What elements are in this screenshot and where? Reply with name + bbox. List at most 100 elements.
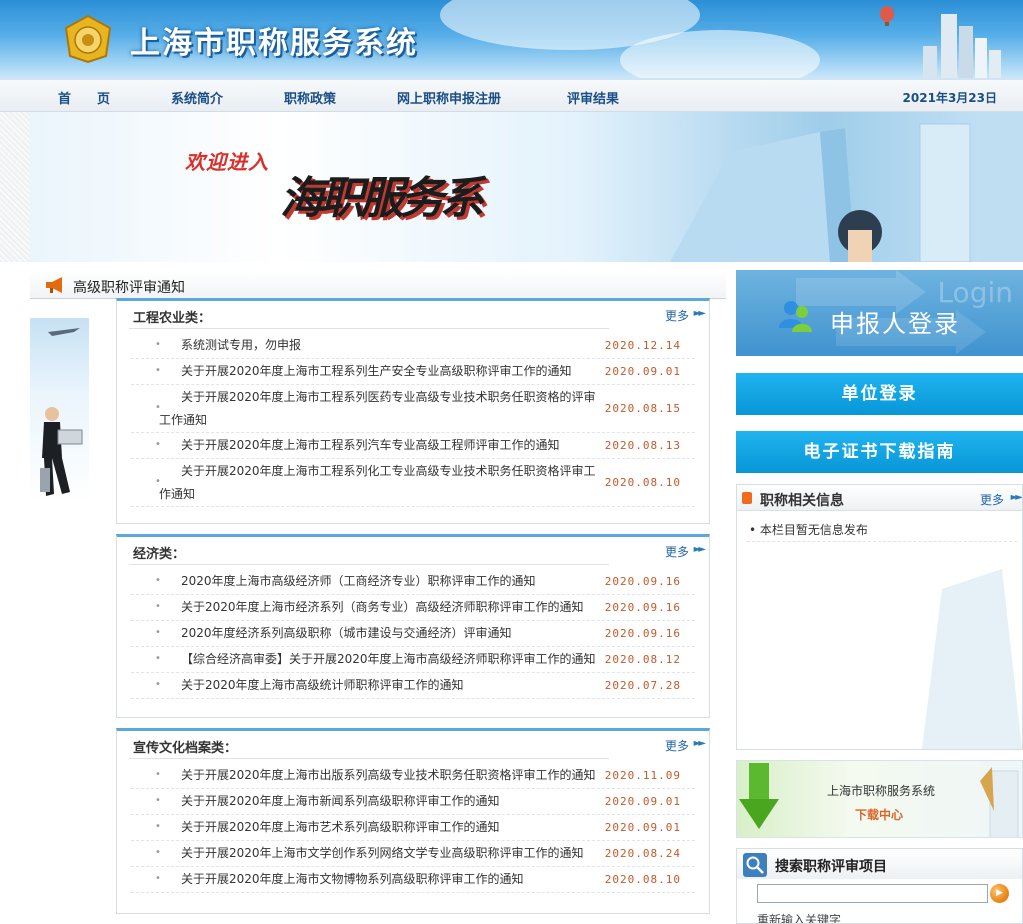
- list-item[interactable]: • 关于开展2020年度上海市工程系列生产安全专业高级职称评审工作的通知 202…: [131, 359, 695, 385]
- notice-date: 2020.09.16: [604, 627, 681, 640]
- bullet-icon: •: [155, 821, 161, 832]
- bullet-icon: •: [155, 439, 161, 450]
- list-item[interactable]: • 2020年度上海市高级经济师（工商经济专业）职称评审工作的通知 2020.0…: [131, 569, 695, 595]
- card-title: 工程农业类：: [133, 311, 212, 326]
- list-item[interactable]: • 关于开展2020年上海市文学创作系列网络文学专业高级职称评审工作的通知 20…: [131, 841, 695, 867]
- applicant-login-button[interactable]: Login 申报人登录: [736, 270, 1023, 356]
- banner-buildings-image: [670, 112, 1023, 262]
- double-chevron-right-icon[interactable]: ►►: [1011, 492, 1022, 503]
- list-item[interactable]: • 关于开展2020年度上海市文物博物系列高级职称评审工作的通知 2020.08…: [131, 867, 695, 893]
- notice-title[interactable]: 2020年度经济系列高级职称（城市建设与交通经济）评审通知: [181, 622, 605, 645]
- notice-title[interactable]: 关于2020年度上海市高级统计师职称评审工作的通知: [181, 674, 605, 697]
- notice-title[interactable]: 2020年度上海市高级经济师（工商经济专业）职称评审工作的通知: [181, 570, 605, 593]
- bullet-icon: •: [155, 339, 161, 350]
- site-title: 上海市职称服务系统: [130, 26, 418, 61]
- notice-title[interactable]: 【综合经济高审委】关于开展2020年度上海市高级经济师职称评审工作的通知: [181, 648, 605, 671]
- notice-date: 2020.08.10: [604, 476, 681, 489]
- related-info-header: 职称相关信息 更多 ►►: [737, 485, 1022, 511]
- notices-section-title: 高级职称评审通知: [73, 280, 185, 296]
- download-center-banner[interactable]: 上海市职称服务系统 下载中心: [736, 760, 1023, 838]
- list-item[interactable]: • 关于开展2020年度上海市艺术系列高级职称评审工作的通知 2020.09.0…: [131, 815, 695, 841]
- bullet-icon: •: [155, 769, 161, 780]
- more-link[interactable]: 更多: [980, 491, 1004, 508]
- nav-item-results[interactable]: 评审结果: [567, 88, 619, 107]
- list-item[interactable]: • 关于2020年度上海市经济系列（商务专业）高级经济师职称评审工作的通知 20…: [131, 595, 695, 621]
- notice-date: 2020.08.10: [604, 873, 681, 886]
- notice-card-economics: 经济类： 更多 ►► • 2020年度上海市高级经济师（工商经济专业）职称评审工…: [116, 534, 710, 718]
- nav-item-intro[interactable]: 系统简介: [171, 88, 223, 107]
- bullet-icon: •: [155, 627, 161, 638]
- notice-date: 2020.09.01: [604, 821, 681, 834]
- notice-title[interactable]: 关于开展2020年度上海市工程系列汽车专业高级工程师评审工作的通知: [181, 434, 605, 457]
- logo-icon: [64, 14, 112, 64]
- banner-logo-text: 海职服务系: [280, 173, 484, 224]
- search-input[interactable]: [757, 884, 988, 903]
- list-item[interactable]: • 关于开展2020年度上海市新闻系列高级职称评审工作的通知 2020.09.0…: [131, 789, 695, 815]
- more-link[interactable]: 更多: [665, 737, 689, 754]
- list-item[interactable]: • 关于开展2020年度上海市工程系列医药专业高级专业技术职务任职资格的评审工作…: [131, 385, 695, 433]
- notice-date: 2020.08.12: [604, 653, 681, 666]
- search-header: 搜索职称评审项目: [737, 849, 1022, 879]
- notice-title[interactable]: 关于开展2020年度上海市文物博物系列高级职称评审工作的通知: [181, 868, 605, 891]
- list-item[interactable]: • 关于开展2020年度上海市工程系列汽车专业高级工程师评审工作的通知 2020…: [131, 433, 695, 459]
- notice-title[interactable]: 关于开展2020年度上海市新闻系列高级职称评审工作的通知: [181, 790, 605, 813]
- bullet-icon: •: [155, 679, 161, 690]
- nav-item-home[interactable]: 首 页: [58, 88, 110, 107]
- info-bullet-icon: [742, 492, 752, 504]
- user-group-icon: [779, 301, 812, 332]
- site-header: 上海市职称服务系统: [0, 0, 1023, 78]
- nav-item-register[interactable]: 网上职称申报注册: [397, 88, 501, 107]
- search-panel: 搜索职称评审项目 ▶ 重新输入关键字: [736, 848, 1023, 924]
- applicant-login-label: 申报人登录: [830, 310, 960, 338]
- skyline-icon: [880, 6, 1001, 78]
- main-nav: 首 页 系统简介 职称政策 网上职称申报注册 评审结果 2021年3月23日: [0, 78, 1023, 112]
- download-site-name: 上海市职称服务系统: [827, 784, 936, 798]
- notice-date: 2020.08.15: [604, 402, 681, 415]
- notice-title[interactable]: 关于开展2020年度上海市工程系列化工专业高级专业技术职务任职资格评审工作通知: [159, 460, 605, 506]
- bullet-icon: •: [155, 873, 161, 884]
- nav-item-policy[interactable]: 职称政策: [284, 88, 336, 107]
- notice-title[interactable]: 关于开展2020年上海市文学创作系列网络文学专业高级职称评审工作的通知: [181, 842, 605, 865]
- list-item[interactable]: • 关于2020年度上海市高级统计师职称评审工作的通知 2020.07.28: [131, 673, 695, 699]
- card-divider: [129, 564, 609, 565]
- download-building-icon: [980, 767, 1019, 837]
- megaphone-icon: [46, 277, 62, 293]
- building-watermark-image: [922, 569, 1022, 749]
- list-item[interactable]: • 关于开展2020年度上海市出版系列高级专业技术职务任职资格评审工作的通知 2…: [131, 763, 695, 789]
- bullet-icon: •: [155, 653, 161, 664]
- list-item[interactable]: • 系统测试专用，勿申报 2020.12.14: [131, 333, 695, 359]
- notice-date: 2020.11.09: [604, 769, 681, 782]
- search-go-button[interactable]: ▶: [990, 884, 1009, 903]
- empty-info-text: • 本栏目暂无信息发布: [749, 523, 868, 537]
- notice-date: 2020.07.28: [604, 679, 681, 692]
- notice-date: 2020.09.01: [604, 795, 681, 808]
- bullet-icon: •: [155, 365, 161, 376]
- notice-title[interactable]: 关于2020年度上海市经济系列（商务专业）高级经济师职称评审工作的通知: [181, 596, 605, 619]
- related-info-title: 职称相关信息: [760, 493, 844, 509]
- notice-title[interactable]: 关于开展2020年度上海市工程系列医药专业高级专业技术职务任职资格的评审工作通知: [159, 386, 605, 432]
- double-chevron-right-icon[interactable]: ►►: [694, 738, 707, 749]
- cert-download-guide-button[interactable]: 电子证书下载指南: [736, 431, 1023, 473]
- list-item[interactable]: • 【综合经济高审委】关于开展2020年度上海市高级经济师职称评审工作的通知 2…: [131, 647, 695, 673]
- empty-info-label: 本栏目暂无信息发布: [759, 523, 868, 537]
- search-hint-text: 重新输入关键字: [757, 913, 842, 924]
- notice-title[interactable]: 关于开展2020年度上海市出版系列高级专业技术职务任职资格评审工作的通知: [181, 764, 605, 787]
- search-title: 搜索职称评审项目: [775, 859, 887, 875]
- double-chevron-right-icon[interactable]: ►►: [694, 308, 707, 319]
- info-divider: [747, 541, 1017, 542]
- notices-section-header: 高级职称评审通知: [30, 271, 726, 299]
- notice-date: 2020.08.13: [604, 439, 681, 452]
- notice-title[interactable]: 关于开展2020年度上海市艺术系列高级职称评审工作的通知: [181, 816, 605, 839]
- card-title: 宣传文化档案类：: [133, 741, 238, 756]
- notice-title[interactable]: 系统测试专用，勿申报: [181, 334, 605, 357]
- download-center-label: 下载中心: [855, 808, 904, 822]
- list-item[interactable]: • 关于开展2020年度上海市工程系列化工专业高级专业技术职务任职资格评审工作通…: [131, 459, 695, 507]
- more-link[interactable]: 更多: [665, 543, 689, 560]
- notice-title[interactable]: 关于开展2020年度上海市工程系列生产安全专业高级职称评审工作的通知: [181, 360, 605, 383]
- notice-card-culture: 宣传文化档案类： 更多 ►► • 关于开展2020年度上海市出版系列高级专业技术…: [116, 728, 710, 914]
- unit-login-button[interactable]: 单位登录: [736, 373, 1023, 415]
- download-arrow-icon: [739, 763, 779, 829]
- list-item[interactable]: • 2020年度经济系列高级职称（城市建设与交通经济）评审通知 2020.09.…: [131, 621, 695, 647]
- double-chevron-right-icon[interactable]: ►►: [694, 544, 707, 555]
- more-link[interactable]: 更多: [665, 307, 689, 324]
